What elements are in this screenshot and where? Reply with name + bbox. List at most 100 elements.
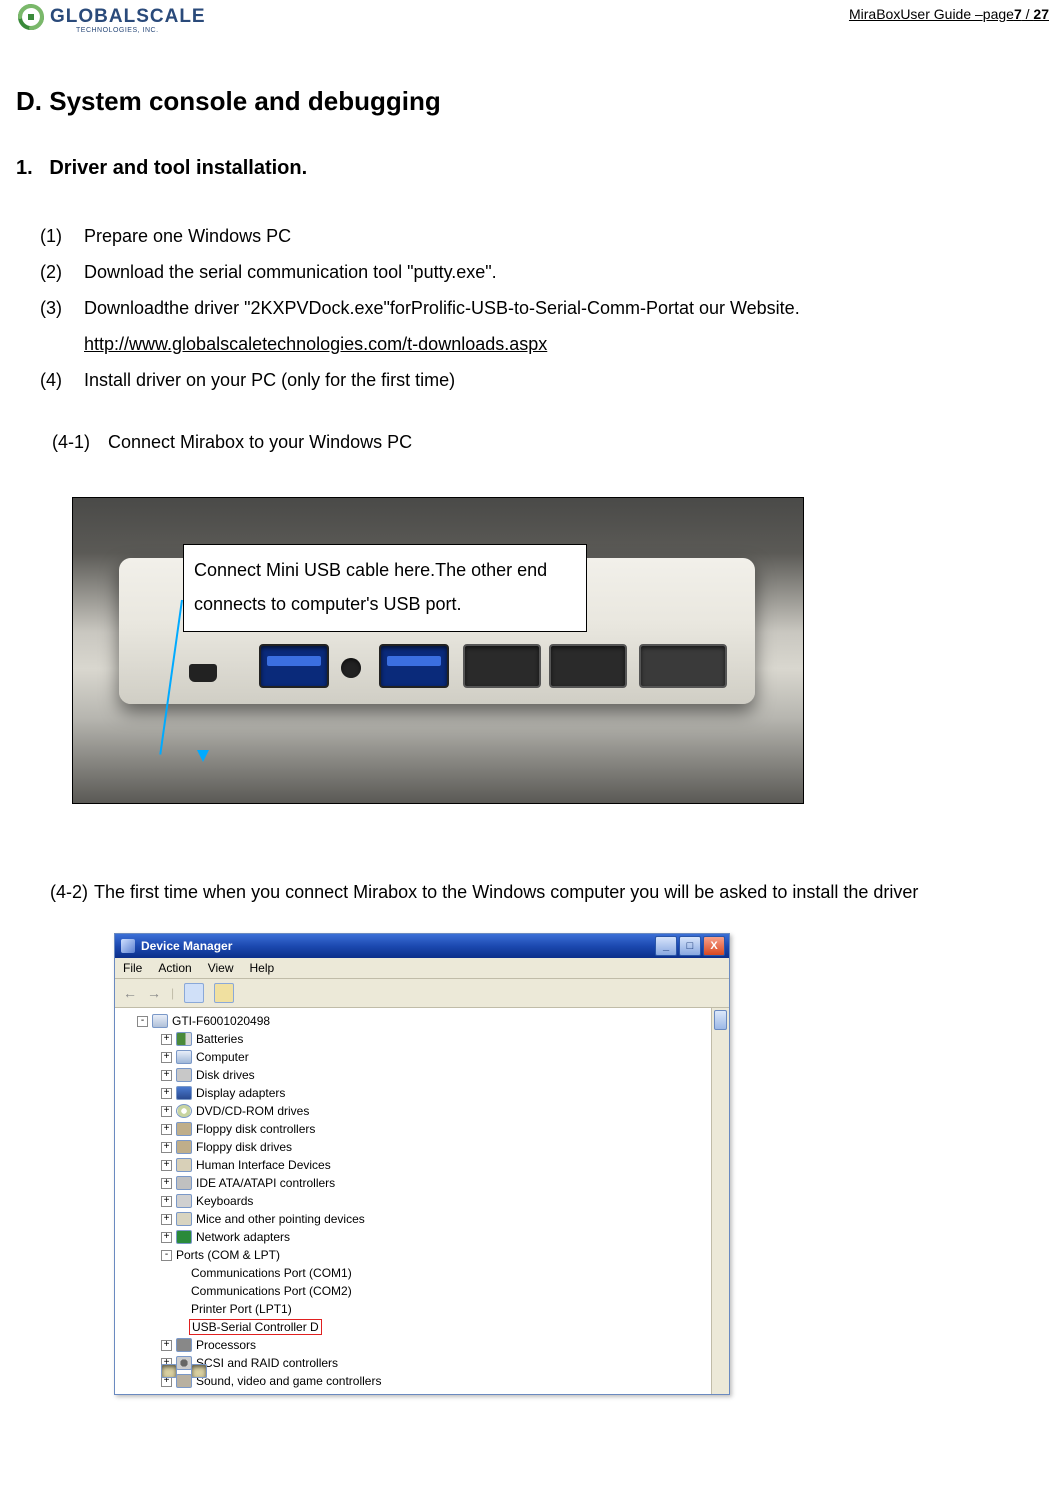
mini-usb-port-icon bbox=[189, 664, 217, 682]
scrollbar[interactable] bbox=[711, 1008, 729, 1394]
floppy-icon bbox=[176, 1122, 192, 1136]
processor-icon bbox=[176, 1338, 192, 1352]
display-icon bbox=[176, 1086, 192, 1100]
expand-icon[interactable]: + bbox=[161, 1340, 172, 1351]
battery-icon bbox=[176, 1032, 192, 1046]
usb-port-icon bbox=[259, 644, 329, 688]
list-item: (4) Install driver on your PC (only for … bbox=[40, 362, 1051, 398]
tree-node[interactable]: +IDE ATA/ATAPI controllers bbox=[117, 1174, 727, 1192]
tree-node[interactable]: +Mice and other pointing devices bbox=[117, 1210, 727, 1228]
tree-node-ports[interactable]: -Ports (COM & LPT) bbox=[117, 1246, 727, 1264]
dm-tree: - GTI-F6001020498 +Batteries +Computer +… bbox=[115, 1008, 729, 1394]
list-item: (1) Prepare one Windows PC bbox=[40, 218, 1051, 254]
menu-file[interactable]: File bbox=[123, 961, 142, 975]
expand-icon[interactable]: + bbox=[161, 1160, 172, 1171]
expand-icon[interactable]: + bbox=[161, 1178, 172, 1189]
expand-icon[interactable]: + bbox=[161, 1088, 172, 1099]
list-item: (3) Downloadthe driver "2KXPVDock.exe"fo… bbox=[40, 290, 1051, 326]
minimize-button[interactable]: _ bbox=[655, 936, 677, 956]
round-port-icon bbox=[341, 658, 361, 678]
ide-icon bbox=[176, 1176, 192, 1190]
ethernet-port-icon bbox=[463, 644, 541, 688]
tree-root[interactable]: - GTI-F6001020498 bbox=[117, 1012, 727, 1030]
substep-4-1: (4-1) Connect Mirabox to your Windows PC bbox=[52, 432, 1051, 453]
computer-icon bbox=[176, 1050, 192, 1064]
toolbar-icon[interactable] bbox=[184, 983, 204, 1003]
mirabox-photo: Connect Mini USB cable here.The other en… bbox=[72, 497, 804, 804]
scrollbar-thumb[interactable] bbox=[714, 1010, 727, 1030]
collapse-icon[interactable]: - bbox=[137, 1016, 148, 1027]
disk-icon bbox=[176, 1068, 192, 1082]
dvd-icon bbox=[176, 1104, 192, 1118]
collapse-icon[interactable]: - bbox=[161, 1250, 172, 1261]
ports-icon bbox=[161, 1364, 177, 1378]
tree-node[interactable]: +Floppy disk drives bbox=[117, 1138, 727, 1156]
tree-node[interactable]: +Batteries bbox=[117, 1030, 727, 1048]
dm-toolbar: ← → | bbox=[115, 979, 729, 1008]
highlighted-device: USB-Serial Controller D bbox=[189, 1319, 322, 1335]
ethernet-port-icon bbox=[549, 644, 627, 688]
keyboard-icon bbox=[176, 1194, 192, 1208]
expand-icon[interactable]: + bbox=[161, 1052, 172, 1063]
tree-node[interactable]: +SCSI and RAID controllers bbox=[117, 1354, 727, 1372]
header-page-info: MiraBoxUser Guide –page7 / 27 bbox=[849, 4, 1051, 22]
tree-node[interactable]: +Disk drives bbox=[117, 1066, 727, 1084]
tree-node[interactable]: +Floppy disk controllers bbox=[117, 1120, 727, 1138]
back-icon[interactable]: ← bbox=[123, 985, 137, 1001]
expand-icon[interactable]: + bbox=[161, 1034, 172, 1045]
hid-icon bbox=[176, 1158, 192, 1172]
substep-4-2: (4-2) The first time when you connect Mi… bbox=[50, 882, 1051, 903]
maximize-button[interactable]: □ bbox=[679, 936, 701, 956]
forward-icon[interactable]: → bbox=[147, 985, 161, 1001]
mouse-icon bbox=[176, 1212, 192, 1226]
tree-node[interactable]: +Computer bbox=[117, 1048, 727, 1066]
tree-node[interactable]: +DVD/CD-ROM drives bbox=[117, 1102, 727, 1120]
scsi-icon bbox=[176, 1356, 192, 1370]
expand-icon[interactable]: + bbox=[161, 1196, 172, 1207]
dm-titlebar[interactable]: Device Manager _ □ X bbox=[115, 934, 729, 958]
logo-text: GLOBALSCALE bbox=[50, 6, 206, 28]
expand-icon[interactable]: + bbox=[161, 1142, 172, 1153]
network-icon bbox=[176, 1230, 192, 1244]
tree-leaf[interactable]: Communications Port (COM1) bbox=[117, 1264, 727, 1282]
expand-icon[interactable]: + bbox=[161, 1232, 172, 1243]
device-manager-window: Device Manager _ □ X File Action View He… bbox=[114, 933, 730, 1395]
tree-leaf[interactable]: Communications Port (COM2) bbox=[117, 1282, 727, 1300]
tree-node[interactable]: +Processors bbox=[117, 1336, 727, 1354]
dm-title: Device Manager bbox=[141, 939, 232, 953]
tree-node[interactable]: +Keyboards bbox=[117, 1192, 727, 1210]
expand-icon[interactable]: + bbox=[161, 1106, 172, 1117]
computer-icon bbox=[152, 1014, 168, 1028]
tree-node[interactable]: +Sound, video and game controllers bbox=[117, 1372, 727, 1390]
subsection-heading: 1. Driver and tool installation. bbox=[16, 157, 1051, 180]
usb-port-icon bbox=[379, 644, 449, 688]
menu-view[interactable]: View bbox=[208, 961, 234, 975]
menu-help[interactable]: Help bbox=[250, 961, 275, 975]
sound-icon bbox=[176, 1374, 192, 1388]
dm-menubar: File Action View Help bbox=[115, 958, 729, 979]
tree-leaf[interactable]: Printer Port (LPT1) bbox=[117, 1300, 727, 1318]
download-link[interactable]: http://www.globalscaletechnologies.com/t… bbox=[84, 326, 547, 362]
device-manager-app-icon bbox=[121, 939, 135, 953]
close-button[interactable]: X bbox=[703, 936, 725, 956]
expand-icon[interactable]: + bbox=[161, 1214, 172, 1225]
page-header: GLOBALSCALE TECHNOLOGIES, INC. MiraBoxUs… bbox=[10, 0, 1051, 34]
port-icon bbox=[191, 1364, 207, 1378]
tree-node[interactable]: +Display adapters bbox=[117, 1084, 727, 1102]
toolbar-icon[interactable] bbox=[214, 983, 234, 1003]
menu-action[interactable]: Action bbox=[158, 961, 191, 975]
logo-icon bbox=[18, 4, 44, 30]
section-heading: D. System console and debugging bbox=[16, 86, 1051, 117]
tree-leaf-highlighted[interactable]: USB-Serial Controller D bbox=[117, 1318, 727, 1336]
expand-icon[interactable]: + bbox=[161, 1124, 172, 1135]
sd-slot-icon bbox=[639, 644, 727, 688]
floppy-icon bbox=[176, 1140, 192, 1154]
expand-icon[interactable]: + bbox=[161, 1070, 172, 1081]
tree-node[interactable]: +Human Interface Devices bbox=[117, 1156, 727, 1174]
list-item: (2) Download the serial communication to… bbox=[40, 254, 1051, 290]
logo-subtext: TECHNOLOGIES, INC. bbox=[76, 27, 206, 34]
callout-box: Connect Mini USB cable here.The other en… bbox=[183, 544, 587, 632]
steps-list: (1) Prepare one Windows PC (2) Download … bbox=[40, 218, 1051, 398]
tree-node[interactable]: +Network adapters bbox=[117, 1228, 727, 1246]
callout-arrowhead-icon bbox=[197, 750, 209, 762]
